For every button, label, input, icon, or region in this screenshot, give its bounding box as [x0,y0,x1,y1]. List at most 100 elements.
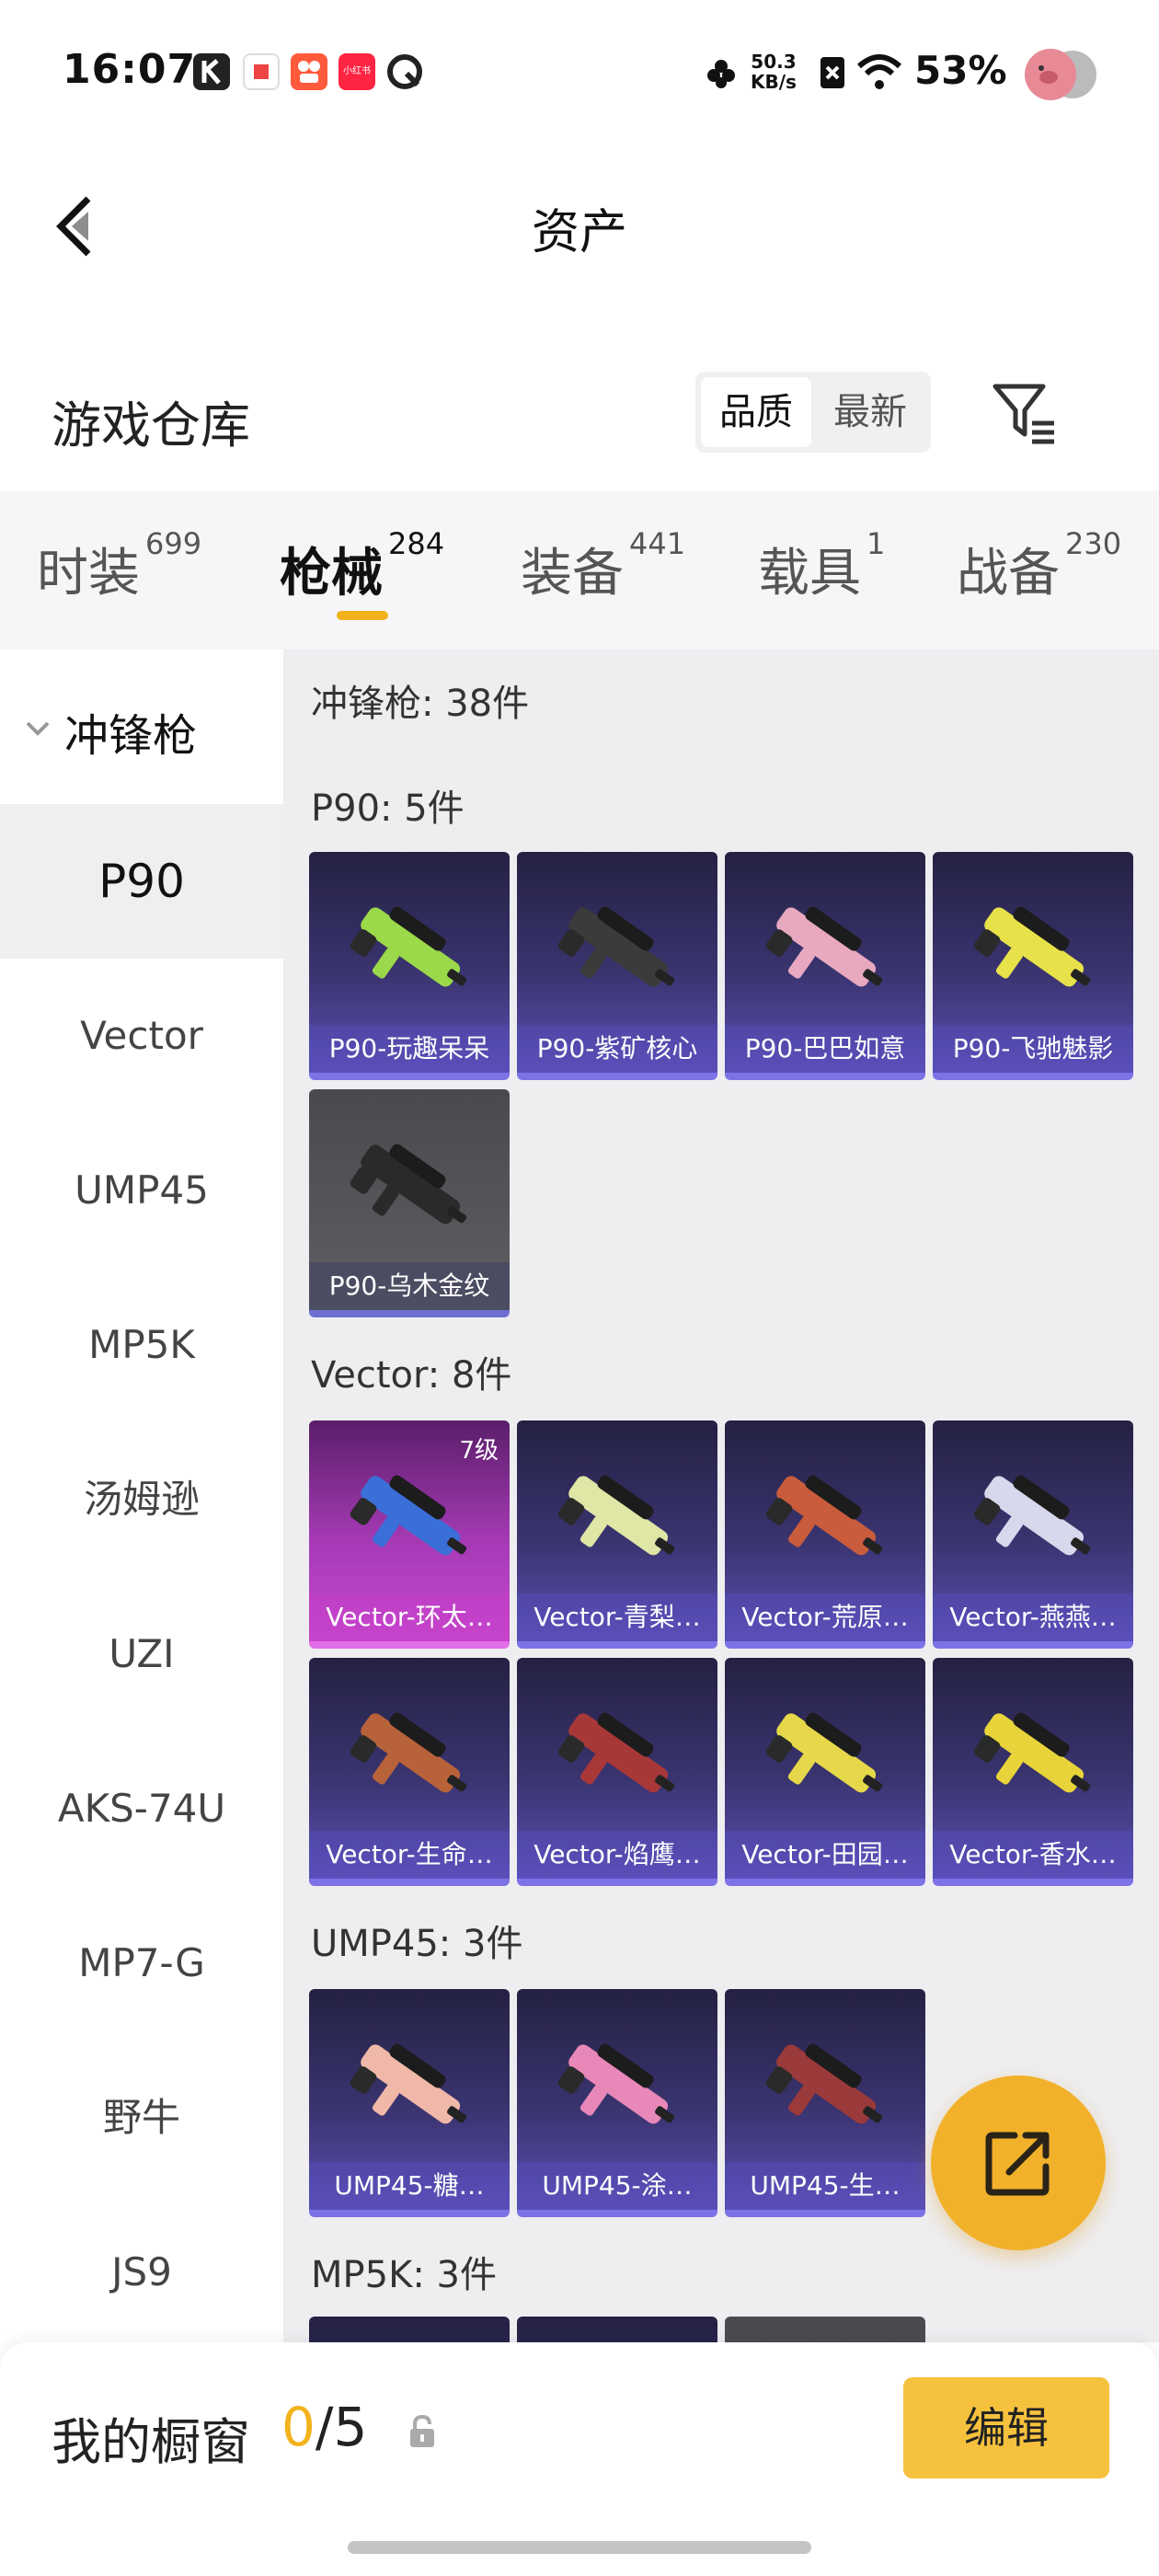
wifi-icon [855,53,903,92]
section-title-ump45: UMP45: 3件 [311,1923,523,1965]
skin-card[interactable]: UMP45-涂… [517,1989,717,2217]
xiaohongshu-icon: 小红书 [339,53,375,90]
weapon-image [350,906,467,987]
tab-count: 441 [629,526,686,561]
skin-card-partial[interactable] [309,2317,510,2342]
skin-card[interactable]: Vector-香水… [933,1658,1133,1886]
sidebar-item-p90[interactable]: P90 [0,804,283,959]
skin-card[interactable]: Vector-青梨… [517,1420,717,1649]
sidebar-group-smg[interactable]: 冲锋枪 [0,650,283,804]
sidebar-item-vector[interactable]: Vector [0,959,283,1113]
weapon-image [350,1144,467,1225]
skin-name: UMP45-糖… [309,2162,510,2210]
share-fab-button[interactable] [931,2076,1106,2250]
tab-equipment[interactable]: 装备 441 [521,526,685,606]
sidebar-group-label: 冲锋枪 [64,710,198,762]
net-speed-value: 50.3 [751,51,797,73]
skin-name: P90-巴巴如意 [725,1025,925,1073]
skin-card[interactable]: Vector-燕燕… [933,1420,1133,1649]
skin-name: UMP45-生… [725,2162,925,2210]
home-indicator[interactable] [348,2541,811,2554]
sort-quality-button[interactable]: 品质 [701,377,811,447]
skin-name: Vector-燕燕… [933,1593,1133,1641]
sidebar-item-thompson[interactable]: 汤姆逊 [0,1422,283,1577]
weapon-image [765,2043,883,2124]
sidebar-item-bizon[interactable]: 野牛 [0,2041,283,2195]
browser-icon [386,53,423,90]
sidebar-item-mp7g[interactable]: MP7-G [0,1886,283,2041]
tab-weapons[interactable]: 枪械 284 [280,526,444,606]
sidebar-item-uzi[interactable]: UZI [0,1577,283,1731]
weapon-image [765,1712,883,1793]
skin-name: P90-紫矿核心 [517,1025,717,1073]
skin-card[interactable]: P90-巴巴如意 [725,852,925,1080]
weapon-image [557,1475,675,1556]
skin-card-partial[interactable] [725,2317,925,2342]
sidebar-item-ump45[interactable]: UMP45 [0,1113,283,1268]
skin-card[interactable]: P90-玩趣呆呆 [309,852,510,1080]
weapon-image [350,1475,467,1556]
skin-name: Vector-荒原… [725,1593,925,1641]
skin-name: Vector-生命… [309,1831,510,1879]
tab-fashion[interactable]: 时装 699 [37,526,201,606]
skin-card[interactable]: Vector-荒原… [725,1420,925,1649]
sim-off-icon [819,55,846,90]
tab-count: 284 [388,526,445,561]
filter-icon[interactable] [990,379,1060,449]
section-title-vector: Vector: 8件 [311,1354,512,1397]
share-external-icon [981,2126,1055,2200]
tab-label: 装备 [521,544,624,604]
showcase-bar: 我的橱窗 0/5 编辑 [0,2342,1159,2576]
tab-combat-gear[interactable]: 战备 230 [957,526,1121,606]
skin-card[interactable]: P90-紫矿核心 [517,852,717,1080]
xiaohongshu-icon-text: 小红书 [343,66,371,76]
lock-icon [407,2414,438,2451]
skin-name: UMP45-涂… [517,2162,717,2210]
flower-icon [705,57,738,90]
weapon-image [557,1712,675,1793]
sort-toggle: 品质 最新 [695,372,931,453]
tab-label: 战备 [957,544,1060,604]
tab-count: 699 [145,526,202,561]
skin-card[interactable]: P90-飞驰魅影 [933,852,1133,1080]
active-tab-indicator [337,611,388,620]
weapon-image [350,1712,467,1793]
notification-icon [243,53,280,90]
skin-card[interactable]: 7级 Vector-环太… [309,1420,510,1649]
kuaishou-icon [291,53,327,90]
edit-button[interactable]: 编辑 [903,2377,1109,2478]
skin-card[interactable]: UMP45-糖… [309,1989,510,2217]
weapon-image [557,906,675,987]
skin-name: Vector-青梨… [517,1593,717,1641]
pig-avatar-icon [1021,46,1098,103]
sidebar-item-mp5k[interactable]: MP5K [0,1268,283,1422]
tab-label: 枪械 [280,544,383,604]
skin-name: Vector-香水… [933,1831,1133,1879]
weapon-image [973,906,1091,987]
weapon-image [973,1475,1091,1556]
skin-card[interactable]: P90-乌木金纹 [309,1089,510,1317]
tab-count: 1 [866,526,886,561]
page-title: 资产 [531,205,627,260]
sidebar-item-js9[interactable]: JS9 [0,2195,283,2350]
skin-card-partial[interactable] [517,2317,717,2342]
skin-card[interactable]: Vector-生命… [309,1658,510,1886]
tab-vehicles[interactable]: 载具 1 [758,526,885,606]
weapon-image [350,2043,467,2124]
skin-name: Vector-田园… [725,1831,925,1879]
skin-card[interactable]: Vector-焰鹰… [517,1658,717,1886]
tab-count: 230 [1065,526,1122,561]
skin-card[interactable]: UMP45-生… [725,1989,925,2217]
weapon-image [765,906,883,987]
showcase-count-total: /5 [315,2396,368,2458]
showcase-count-current: 0 [281,2396,316,2458]
category-tabs: 时装 699 枪械 284 装备 441 载具 1 战备 230 [0,491,1159,650]
skin-name: Vector-环太… [309,1593,510,1641]
skin-card[interactable]: Vector-田园… [725,1658,925,1886]
sort-newest-button[interactable]: 最新 [815,377,925,447]
sidebar-item-aks74u[interactable]: AKS-74U [0,1731,283,1886]
skin-name: P90-乌木金纹 [309,1262,510,1310]
tab-label: 载具 [758,544,861,604]
tab-label: 时装 [37,544,140,604]
weapon-image [973,1712,1091,1793]
